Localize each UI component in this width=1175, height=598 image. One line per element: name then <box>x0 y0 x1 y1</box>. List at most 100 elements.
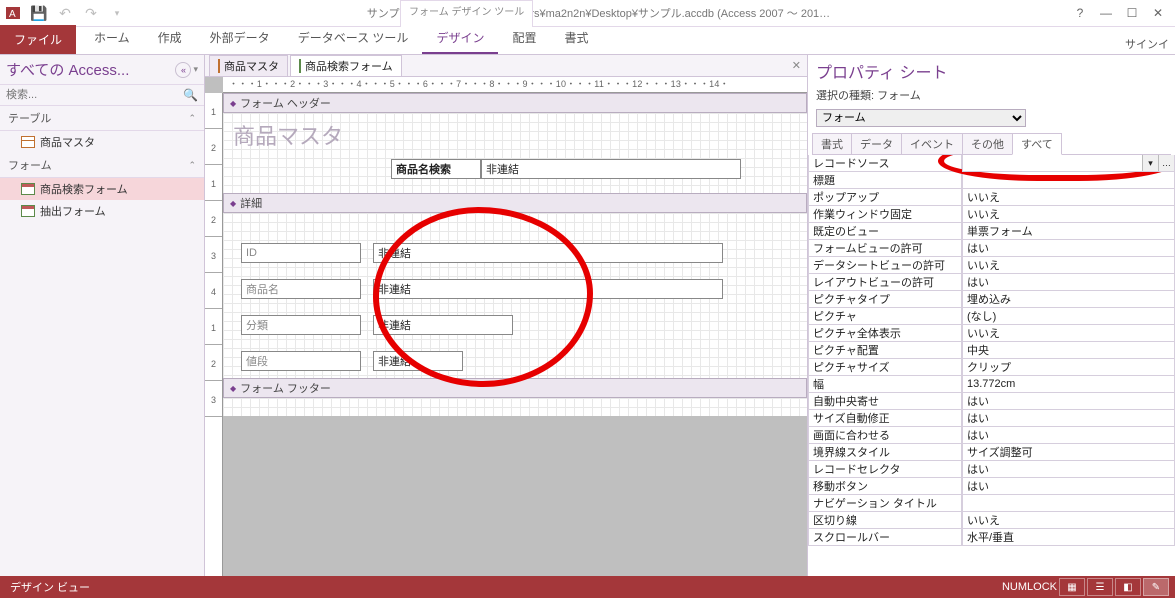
close-tab-icon[interactable]: ✕ <box>786 59 807 72</box>
tab-外部データ[interactable]: 外部データ <box>196 23 284 54</box>
prop-row[interactable]: 作業ウィンドウ固定いいえ <box>808 206 1175 223</box>
tab-配置[interactable]: 配置 <box>498 23 550 54</box>
textbox-値段[interactable]: 非連結 <box>373 351 463 371</box>
search-label[interactable]: 商品名検索 <box>391 159 481 179</box>
prop-tab-書式[interactable]: 書式 <box>812 133 852 154</box>
doc-tab-商品検索フォーム[interactable]: 商品検索フォーム <box>290 55 402 76</box>
signin-link[interactable]: サインイ <box>1125 36 1169 52</box>
object-selector[interactable]: フォーム <box>816 109 1026 127</box>
nav-header[interactable]: すべての Access... « ▾ <box>0 55 204 85</box>
view-layout-icon[interactable]: ◧ <box>1115 578 1141 596</box>
prop-row[interactable]: レコードセレクタはい <box>808 461 1175 478</box>
prop-row[interactable]: ナビゲーション タイトル <box>808 495 1175 512</box>
dropdown-icon[interactable]: ▾ <box>1142 155 1158 171</box>
textbox-商品名[interactable]: 非連結 <box>373 279 723 299</box>
label-ID[interactable]: ID <box>241 243 361 263</box>
tab-file[interactable]: ファイル <box>0 25 76 54</box>
prop-tab-イベント[interactable]: イベント <box>901 133 963 154</box>
minimize-icon[interactable]: ― <box>1093 3 1119 23</box>
section-form-footer[interactable]: フォーム フッター <box>223 378 807 398</box>
prop-row[interactable]: 区切り線いいえ <box>808 512 1175 529</box>
prop-value[interactable]: いいえ <box>962 206 1175 223</box>
chevron-down-icon[interactable]: ▾ <box>193 64 198 75</box>
prop-value[interactable]: クリップ <box>962 359 1175 376</box>
prop-row[interactable]: ピクチャ配置中央 <box>808 342 1175 359</box>
prop-row[interactable]: 自動中央寄せはい <box>808 393 1175 410</box>
view-design-icon[interactable]: ✎ <box>1143 578 1169 596</box>
prop-value[interactable]: いいえ <box>962 257 1175 274</box>
prop-value[interactable]: 13.772cm <box>962 376 1175 393</box>
prop-value[interactable]: はい <box>962 461 1175 478</box>
prop-row[interactable]: ポップアップいいえ <box>808 189 1175 206</box>
label-値段[interactable]: 値段 <box>241 351 361 371</box>
prop-value[interactable]: いいえ <box>962 189 1175 206</box>
help-icon[interactable]: ? <box>1067 3 1093 23</box>
search-textbox[interactable]: 非連結 <box>481 159 741 179</box>
textbox-ID[interactable]: 非連結 <box>373 243 723 263</box>
prop-row[interactable]: スクロールバー水平/垂直 <box>808 529 1175 546</box>
close-icon[interactable]: ✕ <box>1145 3 1171 23</box>
prop-value[interactable]: 中央 <box>962 342 1175 359</box>
tab-書式[interactable]: 書式 <box>550 23 602 54</box>
prop-value[interactable]: はい <box>962 240 1175 257</box>
prop-value[interactable]: はい <box>962 410 1175 427</box>
qat-dropdown-icon[interactable]: ▾ <box>106 2 128 24</box>
prop-value[interactable]: はい <box>962 427 1175 444</box>
nav-group[interactable]: フォーム⌃ <box>0 153 204 178</box>
prop-row[interactable]: ピクチャサイズクリップ <box>808 359 1175 376</box>
prop-tab-データ[interactable]: データ <box>851 133 902 154</box>
prop-row[interactable]: 移動ボタンはい <box>808 478 1175 495</box>
prop-value[interactable]: はい <box>962 478 1175 495</box>
prop-row[interactable]: フォームビューの許可はい <box>808 240 1175 257</box>
prop-row[interactable]: データシートビューの許可いいえ <box>808 257 1175 274</box>
section-detail[interactable]: 詳細 <box>223 193 807 213</box>
doc-tab-商品マスタ[interactable]: 商品マスタ <box>209 55 288 76</box>
form-canvas[interactable]: フォーム ヘッダー 商品マスタ 商品名検索 非連結 詳細 ID非連結商品名非連結… <box>223 93 807 576</box>
restore-icon[interactable]: ☐ <box>1119 3 1145 23</box>
prop-value[interactable]: 単票フォーム <box>962 223 1175 240</box>
collapse-icon[interactable]: « <box>175 62 191 78</box>
prop-row[interactable]: 画面に合わせるはい <box>808 427 1175 444</box>
prop-value[interactable]: サイズ調整可 <box>962 444 1175 461</box>
redo-icon[interactable]: ↷ <box>80 2 102 24</box>
prop-row[interactable]: ピクチャ(なし) <box>808 308 1175 325</box>
section-form-header[interactable]: フォーム ヘッダー <box>223 93 807 113</box>
nav-group[interactable]: テーブル⌃ <box>0 106 204 131</box>
builder-icon[interactable]: … <box>1158 155 1174 171</box>
save-icon[interactable]: 💾 <box>28 2 50 24</box>
tab-作成[interactable]: 作成 <box>144 23 196 54</box>
grid-detail[interactable]: ID非連結商品名非連結分類非連結値段非連結 <box>223 213 807 378</box>
prop-value[interactable]: 水平/垂直 <box>962 529 1175 546</box>
search-input[interactable] <box>4 87 181 103</box>
label-商品名[interactable]: 商品名 <box>241 279 361 299</box>
search-icon[interactable]: 🔍 <box>181 88 200 102</box>
nav-item-商品マスタ[interactable]: 商品マスタ <box>0 131 204 153</box>
grid-header[interactable]: 商品マスタ 商品名検索 非連結 <box>223 113 807 193</box>
nav-item-商品検索フォーム[interactable]: 商品検索フォーム <box>0 178 204 200</box>
prop-row[interactable]: 標題 <box>808 172 1175 189</box>
textbox-分類[interactable]: 非連結 <box>373 315 513 335</box>
view-form-icon[interactable]: ▦ <box>1059 578 1085 596</box>
prop-value[interactable]: 埋め込み <box>962 291 1175 308</box>
prop-tab-その他[interactable]: その他 <box>962 133 1013 154</box>
prop-row[interactable]: レイアウトビューの許可はい <box>808 274 1175 291</box>
undo-icon[interactable]: ↶ <box>54 2 76 24</box>
prop-tab-すべて[interactable]: すべて <box>1012 133 1062 155</box>
prop-value[interactable] <box>962 495 1175 512</box>
prop-row[interactable]: ピクチャ全体表示いいえ <box>808 325 1175 342</box>
prop-value[interactable]: ▾… <box>962 155 1175 172</box>
grid-footer[interactable] <box>223 398 807 416</box>
prop-row[interactable]: レコードソース▾… <box>808 155 1175 172</box>
prop-value[interactable]: はい <box>962 393 1175 410</box>
prop-value[interactable] <box>962 172 1175 189</box>
prop-row[interactable]: 境界線スタイルサイズ調整可 <box>808 444 1175 461</box>
prop-row[interactable]: ピクチャタイプ埋め込み <box>808 291 1175 308</box>
view-datasheet-icon[interactable]: ☰ <box>1087 578 1113 596</box>
prop-row[interactable]: 幅13.772cm <box>808 376 1175 393</box>
tab-ホーム[interactable]: ホーム <box>80 23 144 54</box>
tab-デザイン[interactable]: デザイン <box>422 23 498 54</box>
prop-value[interactable]: いいえ <box>962 325 1175 342</box>
prop-row[interactable]: サイズ自動修正はい <box>808 410 1175 427</box>
prop-value[interactable]: いいえ <box>962 512 1175 529</box>
label-分類[interactable]: 分類 <box>241 315 361 335</box>
